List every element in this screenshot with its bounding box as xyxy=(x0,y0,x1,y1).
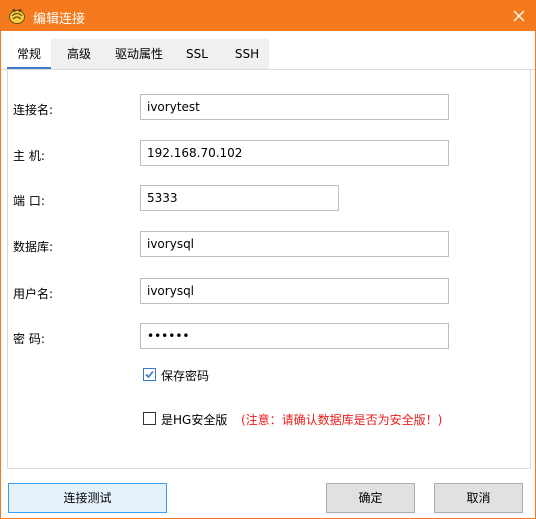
hg-security-checkbox[interactable] xyxy=(143,412,156,425)
connection-name-label: 连接名: xyxy=(13,103,54,117)
cancel-button[interactable]: 取消 xyxy=(434,483,523,513)
tab-bar: 常规 高级 驱动属性 SSL SSH xyxy=(1,39,535,70)
tab-ssl[interactable]: SSL xyxy=(177,39,217,69)
checkmark-icon xyxy=(145,370,154,379)
port-input[interactable] xyxy=(140,185,339,211)
hg-security-warning: (注意：请确认数据库是否为安全版！) xyxy=(241,413,443,427)
tab-advanced[interactable]: 高级 xyxy=(57,39,101,69)
host-label: 主 机: xyxy=(13,149,45,163)
port-label: 端 口: xyxy=(13,194,45,208)
tab-general[interactable]: 常规 xyxy=(7,39,51,69)
dialog-window: 编辑连接 常规 高级 驱动属性 SSL SSH 连接名: 主 机: 端 口: 数… xyxy=(0,0,536,519)
save-password-label[interactable]: 保存密码 xyxy=(161,367,209,384)
password-label: 密 码: xyxy=(13,332,45,346)
window-title: 编辑连接 xyxy=(33,12,86,27)
save-password-checkbox[interactable] xyxy=(143,368,156,381)
close-button[interactable] xyxy=(503,1,535,31)
close-icon xyxy=(513,10,525,22)
host-input[interactable] xyxy=(140,140,449,166)
title-bar[interactable]: 编辑连接 xyxy=(1,1,535,31)
username-input[interactable] xyxy=(140,278,449,304)
ok-button[interactable]: 确定 xyxy=(326,483,415,513)
database-input[interactable] xyxy=(140,231,449,257)
tab-ssh[interactable]: SSH xyxy=(225,39,269,69)
app-logo-icon xyxy=(9,8,25,24)
password-input[interactable] xyxy=(140,323,449,349)
general-panel xyxy=(7,70,531,469)
test-connection-button[interactable]: 连接测试 xyxy=(8,483,167,513)
connection-name-input[interactable] xyxy=(140,94,449,120)
username-label: 用户名: xyxy=(13,287,54,301)
hg-security-label[interactable]: 是HG安全版 xyxy=(161,411,227,428)
database-label: 数据库: xyxy=(13,240,54,254)
tab-driver-properties[interactable]: 驱动属性 xyxy=(107,39,171,69)
